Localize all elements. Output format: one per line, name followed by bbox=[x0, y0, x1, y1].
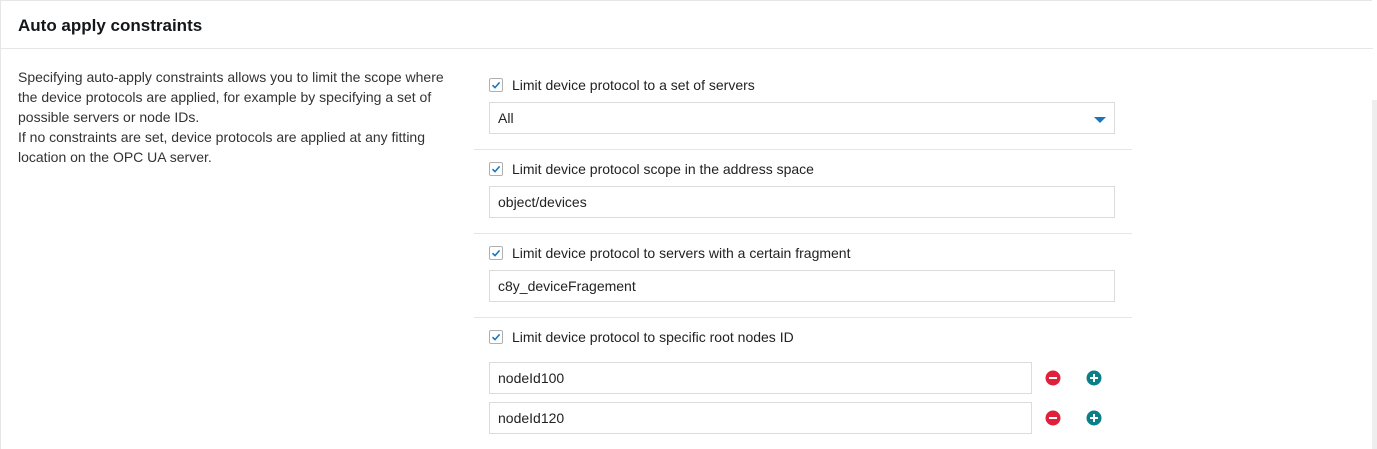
scope-constraint-row[interactable]: Limit device protocol scope in the addre… bbox=[489, 161, 814, 177]
remove-root-node-button-2[interactable] bbox=[1045, 410, 1061, 426]
fragment-checkbox-label: Limit device protocol to servers with a … bbox=[512, 245, 851, 261]
fragment-input-value: c8y_deviceFragement bbox=[498, 278, 636, 294]
divider bbox=[474, 149, 1132, 150]
add-root-node-button-1[interactable] bbox=[1086, 370, 1102, 386]
caret-down-icon bbox=[1094, 117, 1106, 123]
scope-checkbox-label: Limit device protocol scope in the addre… bbox=[512, 161, 814, 177]
check-icon bbox=[491, 165, 501, 173]
divider bbox=[474, 317, 1132, 318]
remove-root-node-button-1[interactable] bbox=[1045, 370, 1061, 386]
servers-select-value: All bbox=[498, 110, 514, 126]
description-paragraph-1: Specifying auto-apply constraints allows… bbox=[18, 69, 444, 125]
section-title: Auto apply constraints bbox=[18, 16, 203, 35]
description-paragraph-2: If no constraints are set, device protoc… bbox=[18, 129, 426, 165]
add-root-node-button-2[interactable] bbox=[1086, 410, 1102, 426]
root-nodes-constraint-row[interactable]: Limit device protocol to specific root n… bbox=[489, 329, 794, 345]
section-description: Specifying auto-apply constraints allows… bbox=[18, 67, 458, 167]
root-nodes-checkbox[interactable] bbox=[489, 330, 503, 344]
scrollbar[interactable] bbox=[1372, 100, 1377, 449]
servers-checkbox-label: Limit device protocol to a set of server… bbox=[512, 77, 755, 93]
plus-circle-icon bbox=[1086, 370, 1102, 386]
minus-circle-icon bbox=[1045, 410, 1061, 426]
scope-checkbox[interactable] bbox=[489, 162, 503, 176]
fragment-checkbox[interactable] bbox=[489, 246, 503, 260]
fragment-constraint-row[interactable]: Limit device protocol to servers with a … bbox=[489, 245, 850, 261]
minus-circle-icon bbox=[1045, 370, 1061, 386]
root-nodes-checkbox-label: Limit device protocol to specific root n… bbox=[512, 329, 794, 345]
auto-apply-card: Auto apply constraints Specifying auto-a… bbox=[0, 0, 1373, 449]
root-node-input-value: nodeId120 bbox=[498, 410, 565, 426]
servers-constraint-row[interactable]: Limit device protocol to a set of server… bbox=[489, 77, 755, 93]
plus-circle-icon bbox=[1086, 410, 1102, 426]
fragment-input[interactable]: c8y_deviceFragement bbox=[489, 270, 1115, 302]
check-icon bbox=[491, 333, 501, 341]
check-icon bbox=[491, 81, 501, 89]
scope-input[interactable]: object/devices bbox=[489, 186, 1115, 218]
servers-checkbox[interactable] bbox=[489, 78, 503, 92]
root-node-input-1[interactable]: nodeId100 bbox=[489, 362, 1032, 394]
root-node-input-2[interactable]: nodeId120 bbox=[489, 402, 1032, 434]
scope-input-value: object/devices bbox=[498, 194, 587, 210]
header-divider bbox=[1, 48, 1373, 49]
divider bbox=[474, 233, 1132, 234]
check-icon bbox=[491, 249, 501, 257]
servers-select[interactable]: All bbox=[489, 102, 1115, 134]
root-node-input-value: nodeId100 bbox=[498, 370, 565, 386]
